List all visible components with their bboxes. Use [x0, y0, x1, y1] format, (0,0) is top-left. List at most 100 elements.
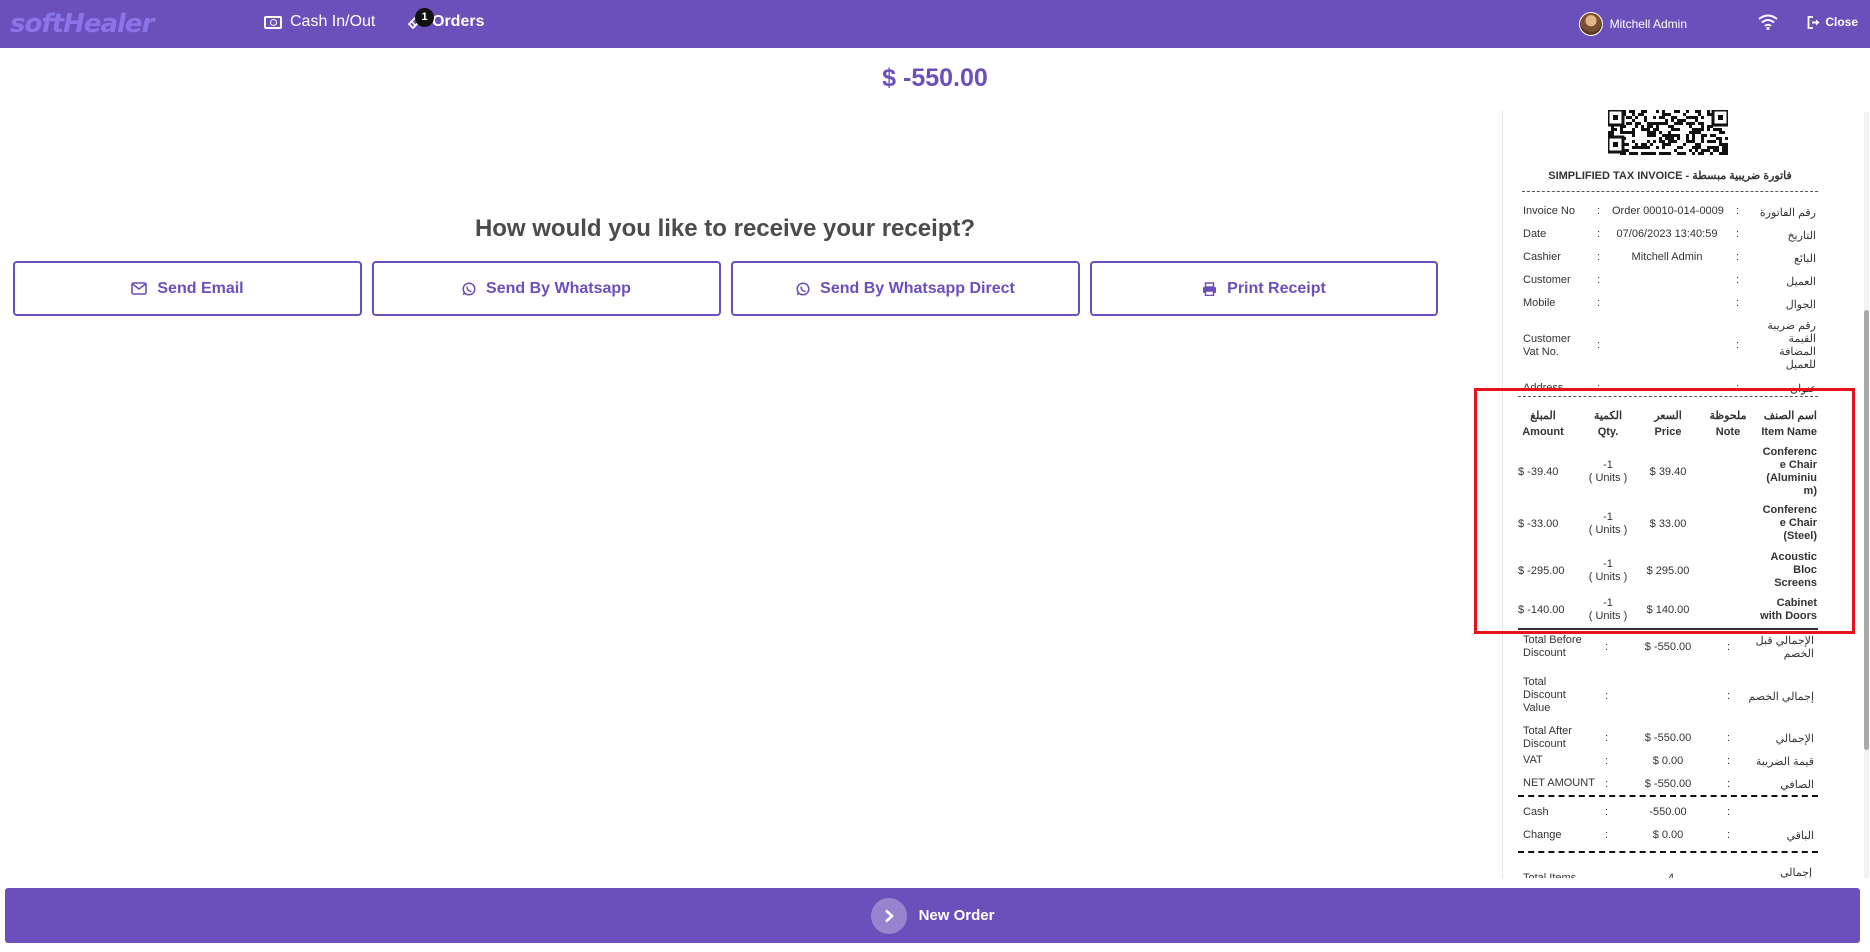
avatar: [1578, 12, 1603, 36]
colon: :: [1736, 297, 1740, 309]
colon: :: [1736, 228, 1740, 240]
colon: :: [1727, 689, 1731, 702]
colon: :: [1597, 339, 1601, 351]
total-arabic-label: الخصم: [1783, 648, 1814, 660]
colon: :: [1605, 777, 1609, 790]
total-label: Total Before: [1523, 634, 1582, 646]
chevron-right-icon: [870, 897, 907, 934]
colon: :: [1727, 641, 1731, 653]
payment-label: Change: [1523, 829, 1562, 841]
total-label: Total After: [1523, 725, 1572, 737]
colon: :: [1605, 806, 1609, 818]
colon: :: [1605, 754, 1609, 767]
whatsapp-icon: [796, 281, 810, 296]
logo: softHealer: [10, 9, 154, 39]
print-receipt-button[interactable]: Print Receipt: [1090, 261, 1438, 316]
colon: :: [1727, 754, 1731, 767]
colon: :: [1597, 228, 1601, 240]
colon: :: [1605, 689, 1609, 702]
customer-vat-arabic-label: رقم ضريبة القيمة المضافة للعميل: [1767, 320, 1816, 371]
new-order-button[interactable]: New Order: [5, 888, 1860, 943]
info-value: Mitchell Admin: [1631, 251, 1703, 263]
info-arabic-label: الجوال: [1785, 299, 1816, 311]
cash-in-out-label: Cash In/Out: [290, 13, 376, 30]
printer-icon: [1203, 281, 1217, 296]
divider: [1522, 191, 1818, 192]
print-receipt-label: Print Receipt: [1227, 279, 1326, 297]
total-label: NET AMOUNT: [1523, 777, 1595, 789]
colon: :: [1597, 274, 1601, 286]
info-label: Cashier: [1523, 251, 1561, 263]
colon: :: [1605, 732, 1609, 744]
invoice-title: SIMPLIFIED TAX INVOICE - فاتورة ضريبية م…: [1548, 170, 1792, 182]
total-label: Discount: [1523, 689, 1566, 701]
colon: :: [1597, 205, 1601, 217]
colon: :: [1727, 806, 1731, 818]
send-whatsapp-direct-label: Send By Whatsapp Direct: [820, 279, 1015, 297]
total-label: Total: [1523, 676, 1547, 688]
send-whatsapp-label: Send By Whatsapp: [486, 279, 631, 297]
colon: :: [1727, 829, 1731, 841]
send-email-label: Send Email: [157, 279, 244, 297]
colon: :: [1736, 339, 1740, 351]
user-name: Mitchell Admin: [1609, 17, 1687, 31]
payment-value: $ 0.00: [1652, 829, 1684, 841]
info-label: Invoice No: [1523, 205, 1575, 217]
info-arabic-label: التاريخ: [1787, 230, 1816, 242]
payment-arabic-label: الباقي: [1786, 830, 1814, 842]
info-arabic-label: البائع: [1794, 253, 1816, 265]
total-arabic-label: الإجمالي: [1775, 733, 1814, 745]
orders-count-badge: 1: [415, 8, 434, 27]
total-arabic-label: قيمة الضريبة: [1755, 755, 1814, 768]
colon: :: [1736, 205, 1740, 217]
qr-code: [1608, 110, 1728, 155]
total-label: VAT: [1523, 754, 1543, 766]
colon: :: [1736, 274, 1740, 286]
total-label: Discount: [1523, 738, 1566, 750]
colon: :: [1727, 777, 1731, 790]
info-arabic-label: رقم الفاتورة: [1759, 207, 1816, 219]
money-icon: [264, 15, 282, 29]
cash-in-out-button[interactable]: Cash In/Out: [264, 13, 375, 31]
close-button[interactable]: Close: [1807, 15, 1858, 29]
colon: :: [1605, 641, 1609, 653]
payment-value: -550.00: [1649, 806, 1687, 818]
colon: :: [1605, 829, 1609, 841]
total-arabic-label: الإجمالي قبل: [1755, 635, 1814, 647]
send-whatsapp-button[interactable]: Send By Whatsapp: [372, 261, 721, 316]
payment-amount: $ -550.00: [882, 64, 988, 92]
send-email-button[interactable]: Send Email: [13, 261, 362, 316]
colon: :: [1597, 251, 1601, 263]
wifi-icon: [1758, 14, 1778, 30]
total-value: $ -550.00: [1644, 641, 1692, 653]
info-arabic-label: العميل: [1786, 276, 1816, 288]
payment-label: Cash: [1523, 806, 1549, 818]
new-order-label: New Order: [918, 907, 995, 924]
total-arabic-label: إجمالي الخصم: [1748, 690, 1814, 703]
highlight-box: [1474, 388, 1855, 634]
total-value: $ -550.00: [1644, 732, 1692, 744]
divider: [1518, 851, 1818, 853]
user-menu[interactable]: Mitchell Admin: [1578, 12, 1687, 36]
close-label: Close: [1825, 15, 1858, 29]
receipt-scroll-thumb[interactable]: [1864, 310, 1869, 750]
whatsapp-icon: [462, 281, 476, 296]
total-label: Discount: [1523, 647, 1566, 659]
total-arabic-label: الصافي: [1780, 778, 1814, 791]
receipt-fade: [1500, 878, 1864, 888]
sign-out-icon: [1807, 15, 1820, 29]
send-whatsapp-direct-button[interactable]: Send By Whatsapp Direct: [731, 261, 1080, 316]
info-value: 07/06/2023 13:40:59: [1616, 228, 1718, 240]
top-bar: softHealer Cash In/Out Orders 1 Mitchell…: [0, 0, 1870, 48]
info-value: Order 00010-014-0009: [1612, 205, 1724, 217]
colon: :: [1736, 251, 1740, 263]
info-label: Date: [1523, 228, 1547, 240]
receipt-question: How would you like to receive your recei…: [474, 215, 976, 242]
total-label: Value: [1523, 702, 1551, 714]
orders-label: Orders: [432, 13, 485, 30]
info-label: Customer: [1523, 274, 1571, 286]
info-label: Mobile: [1523, 297, 1556, 309]
total-value: $ 0.00: [1652, 754, 1684, 767]
customer-vat-label: Customer Vat No.: [1523, 333, 1571, 358]
total-value: $ -550.00: [1644, 777, 1692, 790]
